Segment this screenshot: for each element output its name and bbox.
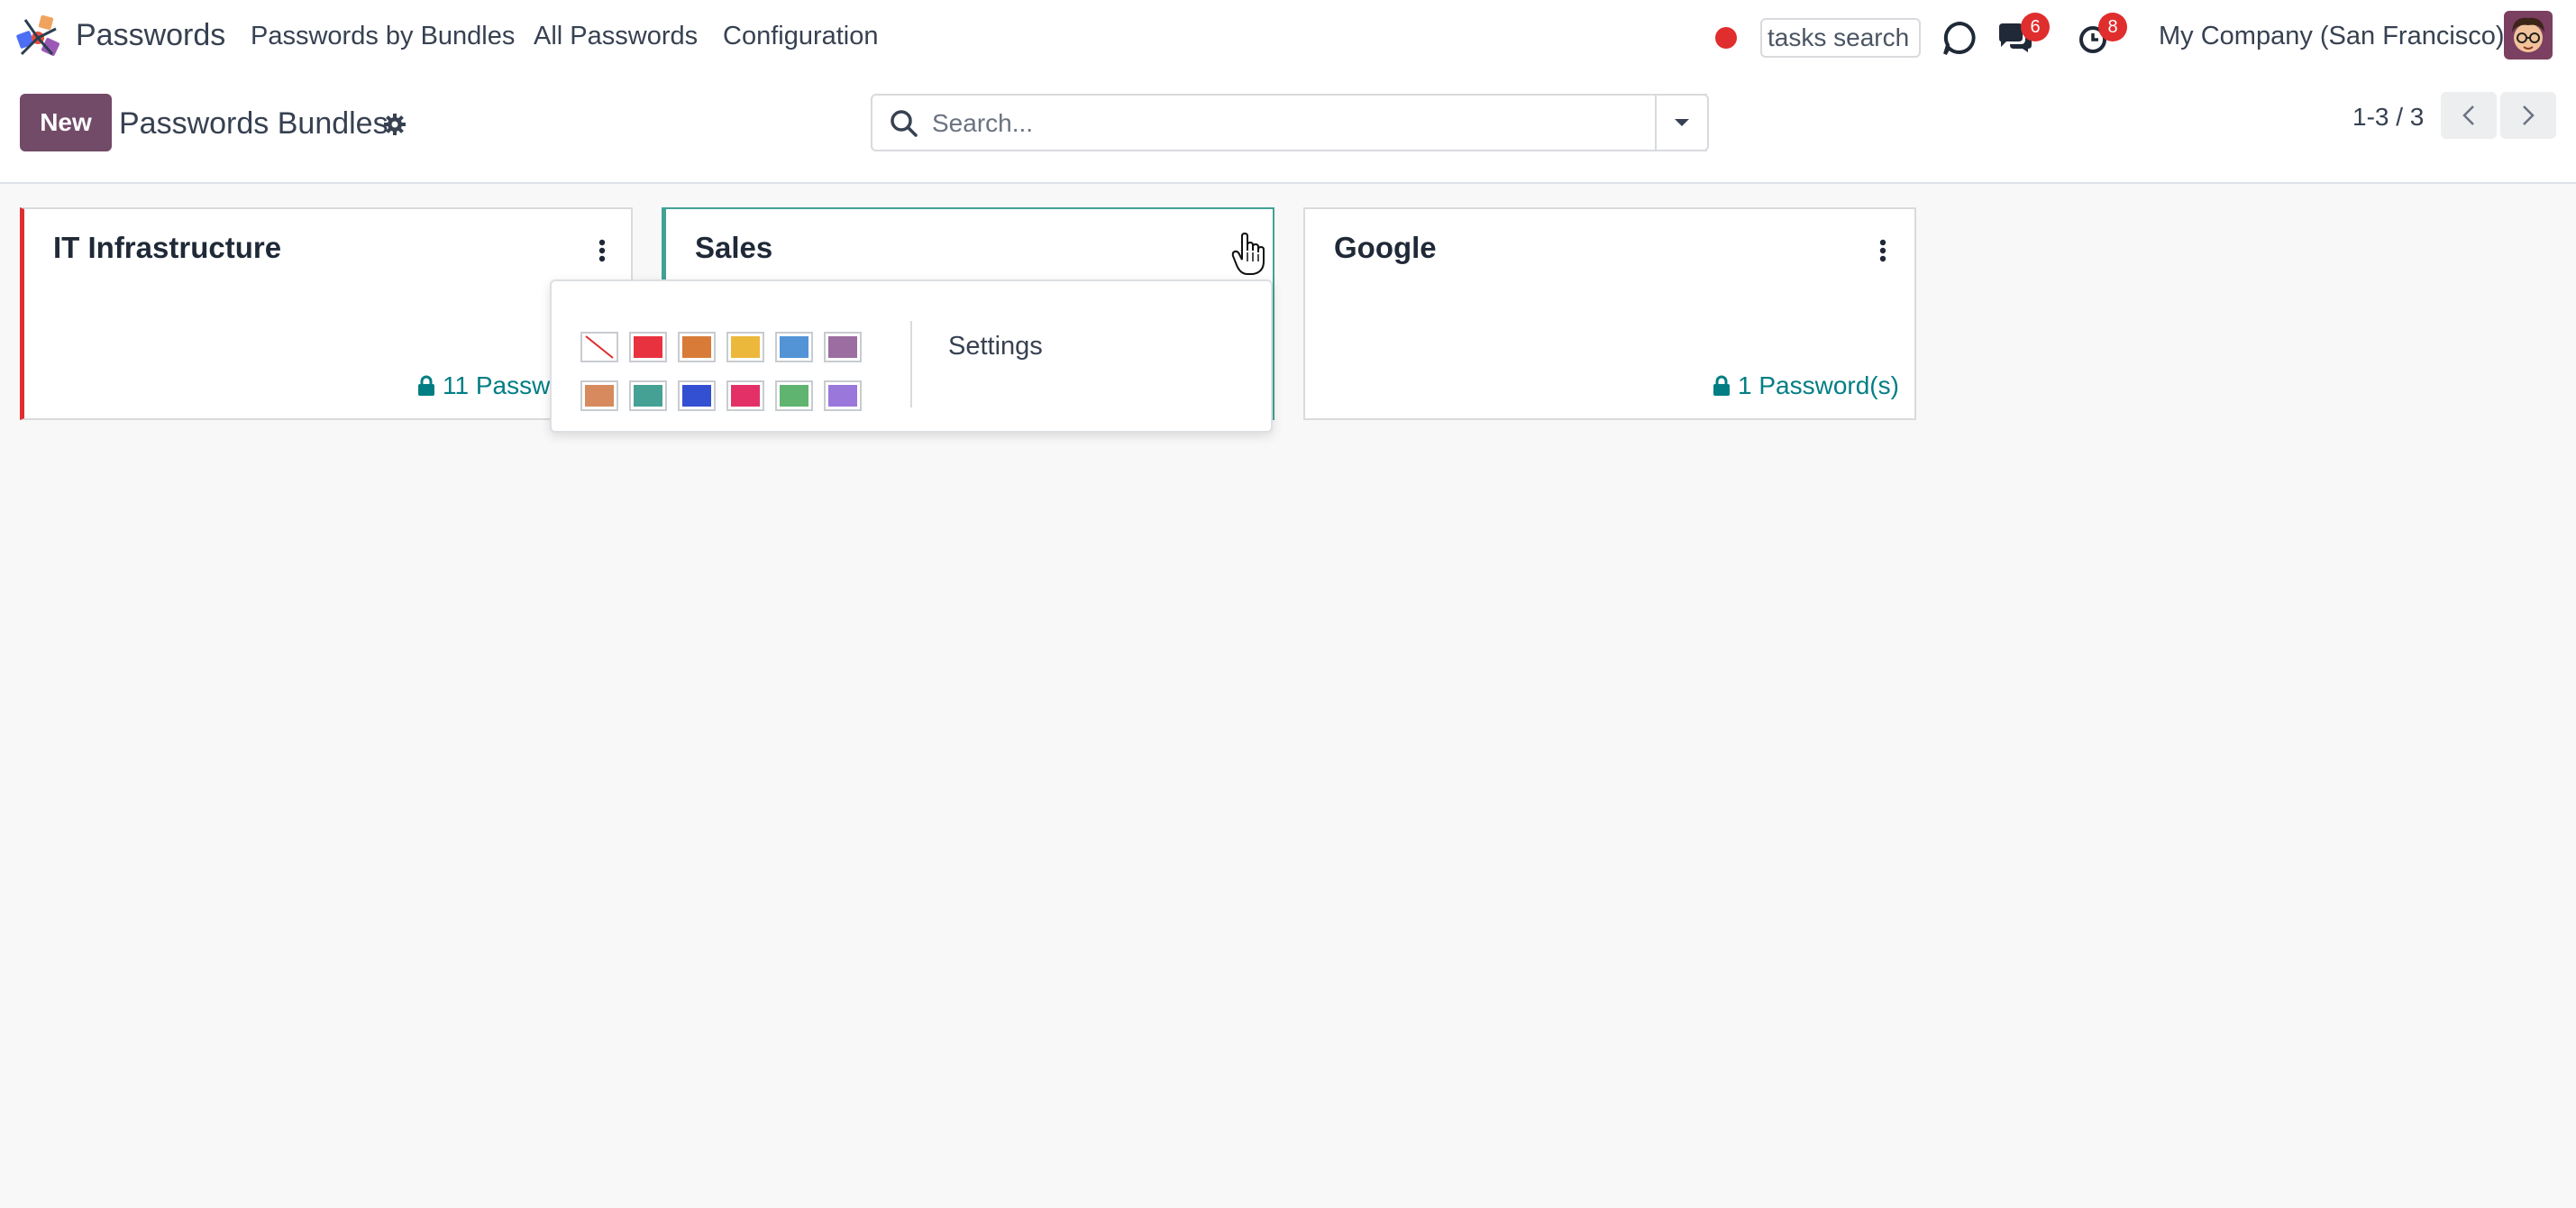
card-title: Sales xyxy=(695,231,773,264)
search-input[interactable] xyxy=(930,105,1673,142)
menu-all-passwords[interactable]: All Passwords xyxy=(534,22,698,51)
password-count-link[interactable]: 11 Passwo xyxy=(417,371,564,400)
vertical-ellipsis-icon xyxy=(1879,239,1886,262)
color-swatch[interactable] xyxy=(726,332,764,362)
company-switcher[interactable]: My Company (San Francisco) xyxy=(2159,22,2505,51)
color-swatch[interactable] xyxy=(824,332,862,362)
color-swatch[interactable] xyxy=(775,380,813,411)
color-swatch[interactable] xyxy=(775,332,813,362)
recording-indicator-icon[interactable] xyxy=(1715,27,1737,49)
color-swatch[interactable] xyxy=(580,380,618,411)
color-swatch[interactable] xyxy=(726,380,764,411)
pager-next-button[interactable] xyxy=(2500,92,2556,139)
password-count: 11 Passwo xyxy=(443,371,564,399)
new-button[interactable]: New xyxy=(20,94,112,151)
caret-down-icon xyxy=(1675,119,1689,126)
password-count-link[interactable]: 1 Password(s) xyxy=(1713,371,1899,400)
pager-value[interactable]: 1-3 / 3 xyxy=(2352,103,2424,132)
activities-badge: 8 xyxy=(2098,13,2127,41)
no-color-swatch[interactable] xyxy=(580,332,618,362)
passwords-app-icon[interactable] xyxy=(13,11,65,63)
color-swatch[interactable] xyxy=(678,380,716,411)
card-title: IT Infrastructure xyxy=(53,231,282,264)
discuss-icon[interactable] xyxy=(1940,18,1979,58)
color-swatch[interactable] xyxy=(629,380,667,411)
pager-previous-button[interactable] xyxy=(2441,92,2497,139)
search-icon xyxy=(891,110,918,137)
card-menu-button[interactable] xyxy=(590,233,614,269)
messages-badge: 6 xyxy=(2021,13,2050,41)
settings-menu-item[interactable]: Settings xyxy=(948,332,1043,361)
color-swatch[interactable] xyxy=(678,332,716,362)
menu-configuration[interactable]: Configuration xyxy=(723,22,879,51)
control-panel: New Passwords Bundles 1-3 / 3 xyxy=(0,78,2576,184)
lock-icon xyxy=(418,375,434,396)
tasks-search-input[interactable] xyxy=(1760,18,1921,58)
kanban-card[interactable]: IT Infrastructure 11 Passwo xyxy=(20,207,633,420)
card-menu-button[interactable] xyxy=(1871,233,1895,269)
page-title: Passwords Bundles xyxy=(119,106,388,141)
kanban-card[interactable]: Google 1 Password(s) xyxy=(1303,207,1916,420)
chevron-left-icon xyxy=(2462,105,2474,125)
app-name[interactable]: Passwords xyxy=(76,18,225,53)
gear-icon[interactable] xyxy=(382,112,407,137)
color-swatch[interactable] xyxy=(824,380,862,411)
search-options-toggle[interactable] xyxy=(1655,94,1709,151)
lock-icon xyxy=(1713,375,1730,396)
card-options-dropdown: Settings xyxy=(550,279,1273,433)
menu-passwords-by-bundles[interactable]: Passwords by Bundles xyxy=(251,22,515,51)
hand-pointer-cursor-icon xyxy=(1231,233,1265,275)
card-title: Google xyxy=(1334,231,1437,264)
password-count: 1 Password(s) xyxy=(1738,371,1899,399)
color-swatch[interactable] xyxy=(629,332,667,362)
vertical-ellipsis-icon xyxy=(598,239,606,262)
dropdown-divider xyxy=(910,321,912,407)
top-navbar: Passwords Passwords by Bundles All Passw… xyxy=(0,0,2576,78)
search-box xyxy=(871,94,1707,151)
user-avatar[interactable] xyxy=(2504,11,2553,59)
chevron-right-icon xyxy=(2523,105,2535,125)
